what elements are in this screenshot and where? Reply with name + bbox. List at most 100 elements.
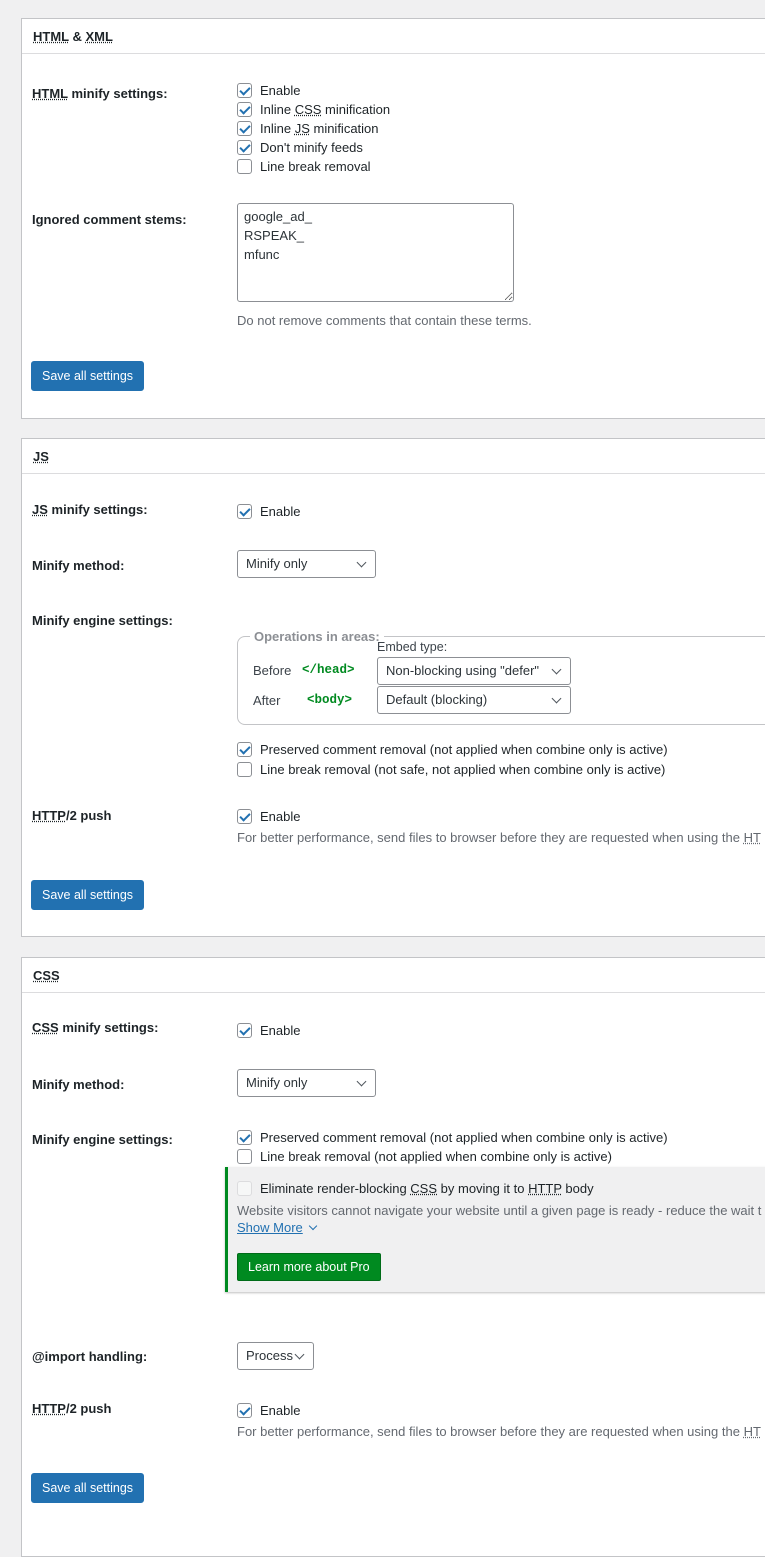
inline-js-option[interactable]: Inline JS minification [237,120,379,136]
operations-legend: Operations in areas: [254,629,380,644]
before-head-embed-select[interactable]: Non-blocking using "defer" [377,657,571,685]
select-value: Non-blocking using "defer" [386,663,540,678]
text: body [561,1181,594,1196]
select-value: Default (blocking) [386,692,488,707]
import-handling-select[interactable]: Process [237,1342,314,1370]
embed-type-label: Embed type: [377,640,448,654]
css-preserved-comment-option[interactable]: Preserved comment removal (not applied w… [237,1129,668,1145]
http-abbr: HTTP [32,1401,66,1416]
option-label: Inline CSS minification [260,102,390,117]
js-preserved-comment-checkbox[interactable] [237,741,252,757]
save-all-settings-button[interactable]: Save all settings [31,880,145,910]
option-label: Preserved comment removal (not applied w… [260,1129,668,1145]
after-body-embed-select[interactable]: Default (blocking) [377,686,571,714]
option-label: Enable [260,1402,301,1418]
desc-text: For better performance, send files to br… [237,1424,744,1439]
chevron-down-icon [551,664,562,675]
html-line-break-option[interactable]: Line break removal [237,158,371,174]
http-abbr: HT [743,830,761,845]
label-text: /2 push [65,1401,112,1416]
label-pre: Inline [260,101,295,117]
css-preserved-comment-checkbox[interactable] [237,1129,252,1145]
option-label: Enable [260,503,301,519]
ignored-comment-stems-description: Do not remove comments that contain thes… [237,313,532,328]
panel-title-css: CSS [22,958,765,993]
desc-text: For better performance, send files to br… [237,830,744,845]
xml-abbr: XML [85,29,113,44]
html-abbr: HTML [33,29,69,44]
option-label: Enable [260,808,301,824]
js-abbr: JS [294,120,310,136]
html-xml-panel: HTML & XML HTML minify settings: Enable … [21,18,765,419]
ignored-comment-stems-textarea[interactable]: google_ad_ RSPEAK_ mfunc [237,203,514,302]
css-http2-enable-option[interactable]: Enable [237,1402,300,1418]
css-http2-enable-checkbox[interactable] [237,1402,252,1418]
show-more-link[interactable]: Show More [237,1220,318,1235]
js-http2-enable-option[interactable]: Enable [237,808,300,824]
http-abbr: HT [743,1424,761,1439]
option-label: Line break removal [260,158,371,174]
option-label: Enable [260,82,301,98]
after-label: After [253,693,281,708]
chevron-down-icon [309,1221,318,1231]
option-label: Line break removal (not applied when com… [260,1148,612,1164]
http-abbr: HTTP [528,1181,562,1196]
render-blocking-checkbox [237,1181,252,1196]
css-http2-push-label: HTTP/2 push [32,1401,111,1416]
import-handling-label: @import handling: [32,1349,148,1364]
css-abbr: CSS [410,1181,438,1196]
text: by moving it to [437,1181,529,1196]
chevron-down-icon [294,1349,305,1360]
css-minify-engine-settings-label: Minify engine settings: [32,1132,173,1147]
inline-js-checkbox[interactable] [237,120,252,136]
option-label: Eliminate render-blocking CSS by moving … [260,1181,594,1196]
js-line-break-option[interactable]: Line break removal (not safe, not applie… [237,761,665,777]
inline-css-checkbox[interactable] [237,101,252,117]
save-all-settings-button[interactable]: Save all settings [31,361,145,391]
dont-minify-feeds-checkbox[interactable] [237,139,252,155]
save-all-settings-button[interactable]: Save all settings [31,1473,145,1503]
pro-upsell-box: Eliminate render-blocking CSS by moving … [225,1167,765,1292]
option-label: Preserved comment removal (not applied w… [260,741,668,757]
css-enable-checkbox[interactable] [237,1022,252,1038]
css-line-break-option[interactable]: Line break removal (not applied when com… [237,1148,612,1164]
label-text: minify settings: [47,502,148,517]
label-post: minification [309,120,379,136]
body-tag: <body> [307,693,353,707]
js-http2-push-label: HTTP/2 push [32,808,111,823]
js-enable-checkbox[interactable] [237,503,252,519]
js-http2-enable-checkbox[interactable] [237,808,252,824]
css-minify-method-label: Minify method: [32,1077,125,1092]
before-label: Before [253,663,292,678]
css-line-break-checkbox[interactable] [237,1148,252,1164]
css-minify-settings-label: CSS minify settings: [32,1020,158,1035]
css-enable-option[interactable]: Enable [237,1022,300,1038]
text: Eliminate render-blocking [260,1181,411,1196]
html-abbr: HTML [32,86,68,101]
js-minify-method-select[interactable]: Minify only [237,550,376,578]
css-abbr: CSS [32,1020,59,1035]
option-label: Line break removal (not safe, not applie… [260,761,666,777]
js-line-break-checkbox[interactable] [237,761,252,777]
option-label: Inline JS minification [260,121,379,136]
head-tag: </head> [302,663,355,677]
label-text: minify settings: [58,1020,159,1035]
ignored-comment-stems-label: Ignored comment stems: [32,212,187,227]
html-enable-checkbox[interactable] [237,82,252,98]
html-minify-settings-label: HTML minify settings: [32,86,168,101]
html-enable-option[interactable]: Enable [237,82,300,98]
js-panel: JS JS minify settings: Enable Minify met… [21,438,765,937]
select-value: Minify only [246,556,308,571]
option-label: Enable [260,1022,301,1038]
learn-more-about-pro-button[interactable]: Learn more about Pro [237,1253,381,1281]
css-minify-method-select[interactable]: Minify only [237,1069,376,1097]
inline-css-option[interactable]: Inline CSS minification [237,101,390,117]
dont-minify-feeds-option[interactable]: Don't minify feeds [237,139,363,155]
js-preserved-comment-option[interactable]: Preserved comment removal (not applied w… [237,741,668,757]
html-line-break-checkbox[interactable] [237,158,252,174]
js-abbr: JS [32,502,48,517]
js-enable-option[interactable]: Enable [237,503,300,519]
label-pre: Inline [260,120,295,136]
js-abbr: JS [33,449,49,464]
css-panel: CSS CSS minify settings: Enable Minify m… [21,957,765,1557]
